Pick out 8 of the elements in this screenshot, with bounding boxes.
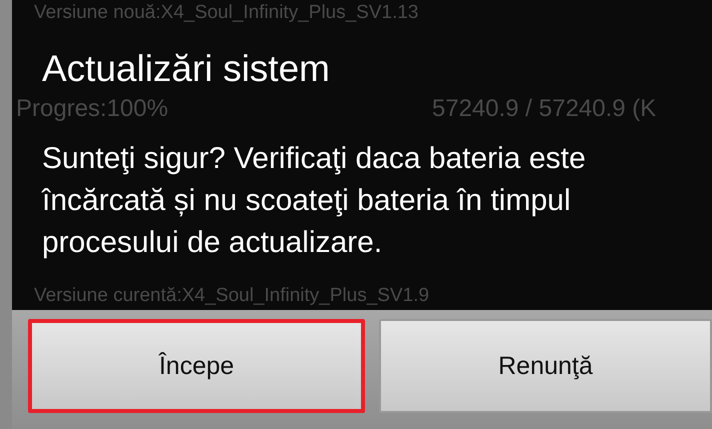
dialog-message: Sunteţi sigur? Verificaţi daca bateria este încărcată și nu scoateţi bateria în timpul procesului de actualizare. <box>42 141 587 261</box>
current-version-text: Versiune curentă:X4_Soul_Infinity_Plus_SV1.9 <box>34 285 430 307</box>
download-size-text: 57240.9 / 57240.9 (K <box>432 95 656 123</box>
dialog-button[interactable]: Începe <box>28 319 365 413</box>
progress-text: Progres:100% <box>16 95 168 123</box>
dialog-title: Actualizări sistem <box>42 47 330 91</box>
dialog-button[interactable]: Renunţă <box>379 319 712 413</box>
new-version-text: Versiune nouă:X4_Soul_Infinity_Plus_SV1.13 <box>34 2 418 24</box>
